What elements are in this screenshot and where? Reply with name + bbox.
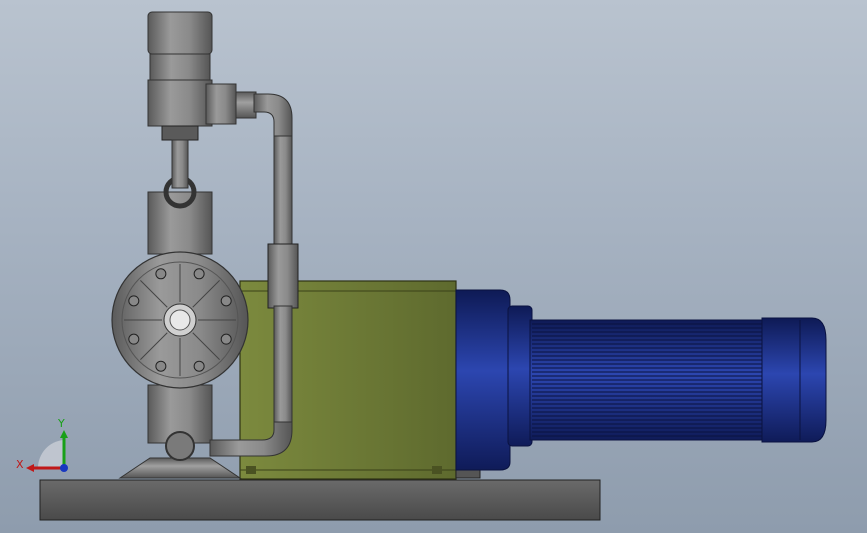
base-plate[interactable] bbox=[39, 479, 601, 521]
top-valve-actuator[interactable] bbox=[147, 11, 237, 189]
pump-assembly-model[interactable]: X Y bbox=[0, 0, 867, 533]
electric-motor[interactable] bbox=[455, 289, 827, 471]
coordinate-triad-icon: X Y bbox=[16, 417, 68, 472]
diaphragm-pump[interactable] bbox=[111, 175, 249, 479]
axis-x-label: X bbox=[16, 458, 24, 471]
cad-viewport[interactable]: X Y bbox=[0, 0, 867, 533]
axis-y-label: Y bbox=[57, 417, 65, 430]
